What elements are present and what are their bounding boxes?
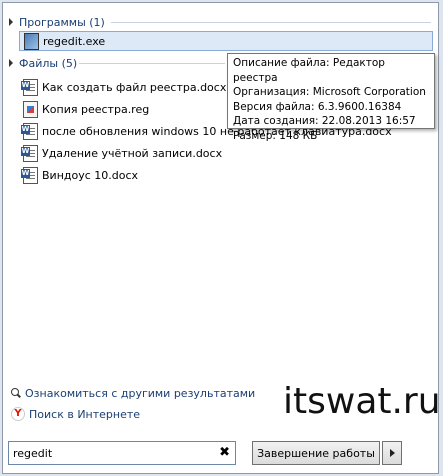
tooltip-version: Версия файла: 6.3.9600.16384 — [233, 100, 402, 113]
program-item-label: regedit.exe — [43, 34, 106, 48]
word-doc-icon: W — [21, 122, 38, 140]
search-icon — [11, 388, 21, 398]
web-search-label: Поиск в Интернете — [29, 407, 141, 421]
expand-triangle-icon — [9, 18, 13, 26]
more-results-label: Ознакомиться с другими результатами — [25, 386, 256, 400]
search-input[interactable]: regedit ✖ — [8, 441, 236, 465]
search-input-value: regedit — [13, 446, 53, 460]
shutdown-options-arrow-icon[interactable] — [382, 441, 402, 465]
yandex-icon: Y — [11, 407, 25, 421]
tooltip-created: Дата создания: 22.08.2013 16:57 — [233, 115, 416, 127]
tooltip-description: Описание файла: Редактор реестра — [233, 57, 385, 84]
word-doc-icon: W — [21, 78, 38, 96]
word-doc-icon: W — [21, 166, 38, 184]
watermark: itswat.ru — [283, 381, 441, 422]
file-tooltip: Описание файла: Редактор реестра Организ… — [227, 53, 435, 142]
shutdown-button[interactable]: Завершение работы — [252, 441, 380, 465]
tooltip-size: Размер: 148 КБ — [233, 129, 318, 142]
file-item[interactable]: W Как создать файл реестра.docx — [19, 77, 230, 97]
file-item[interactable]: Копия реестра.reg — [19, 99, 153, 119]
section-divider — [111, 22, 431, 23]
file-item-label: Как создать файл реестра.docx — [42, 80, 227, 94]
more-results-link[interactable]: Ознакомиться с другими результатами — [11, 385, 255, 401]
clear-search-icon[interactable]: ✖ — [219, 445, 230, 460]
tooltip-company: Организация: Microsoft Corporation — [233, 86, 426, 98]
section-divider — [79, 63, 225, 64]
expand-triangle-icon — [9, 59, 13, 67]
regedit-icon — [24, 32, 39, 50]
word-doc-icon: W — [21, 144, 38, 162]
file-item-label: Виндоус 10.docx — [42, 168, 139, 182]
file-item-label: Удаление учётной записи.docx — [42, 146, 223, 160]
section-programs-header[interactable]: Программы (1) — [9, 14, 105, 30]
file-item[interactable]: W Удаление учётной записи.docx — [19, 143, 226, 163]
reg-file-icon — [23, 100, 38, 118]
program-item-regedit[interactable]: regedit.exe — [19, 31, 433, 51]
file-item-label: Копия реестра.reg — [42, 102, 150, 116]
section-files-header[interactable]: Файлы (5) — [9, 55, 77, 71]
web-search-link[interactable]: Y Поиск в Интернете — [11, 406, 140, 422]
file-item[interactable]: W Виндоус 10.docx — [19, 165, 142, 185]
section-files-label: Файлы (5) — [19, 56, 78, 70]
section-programs-label: Программы (1) — [19, 15, 105, 29]
shutdown-label: Завершение работы — [257, 446, 375, 460]
